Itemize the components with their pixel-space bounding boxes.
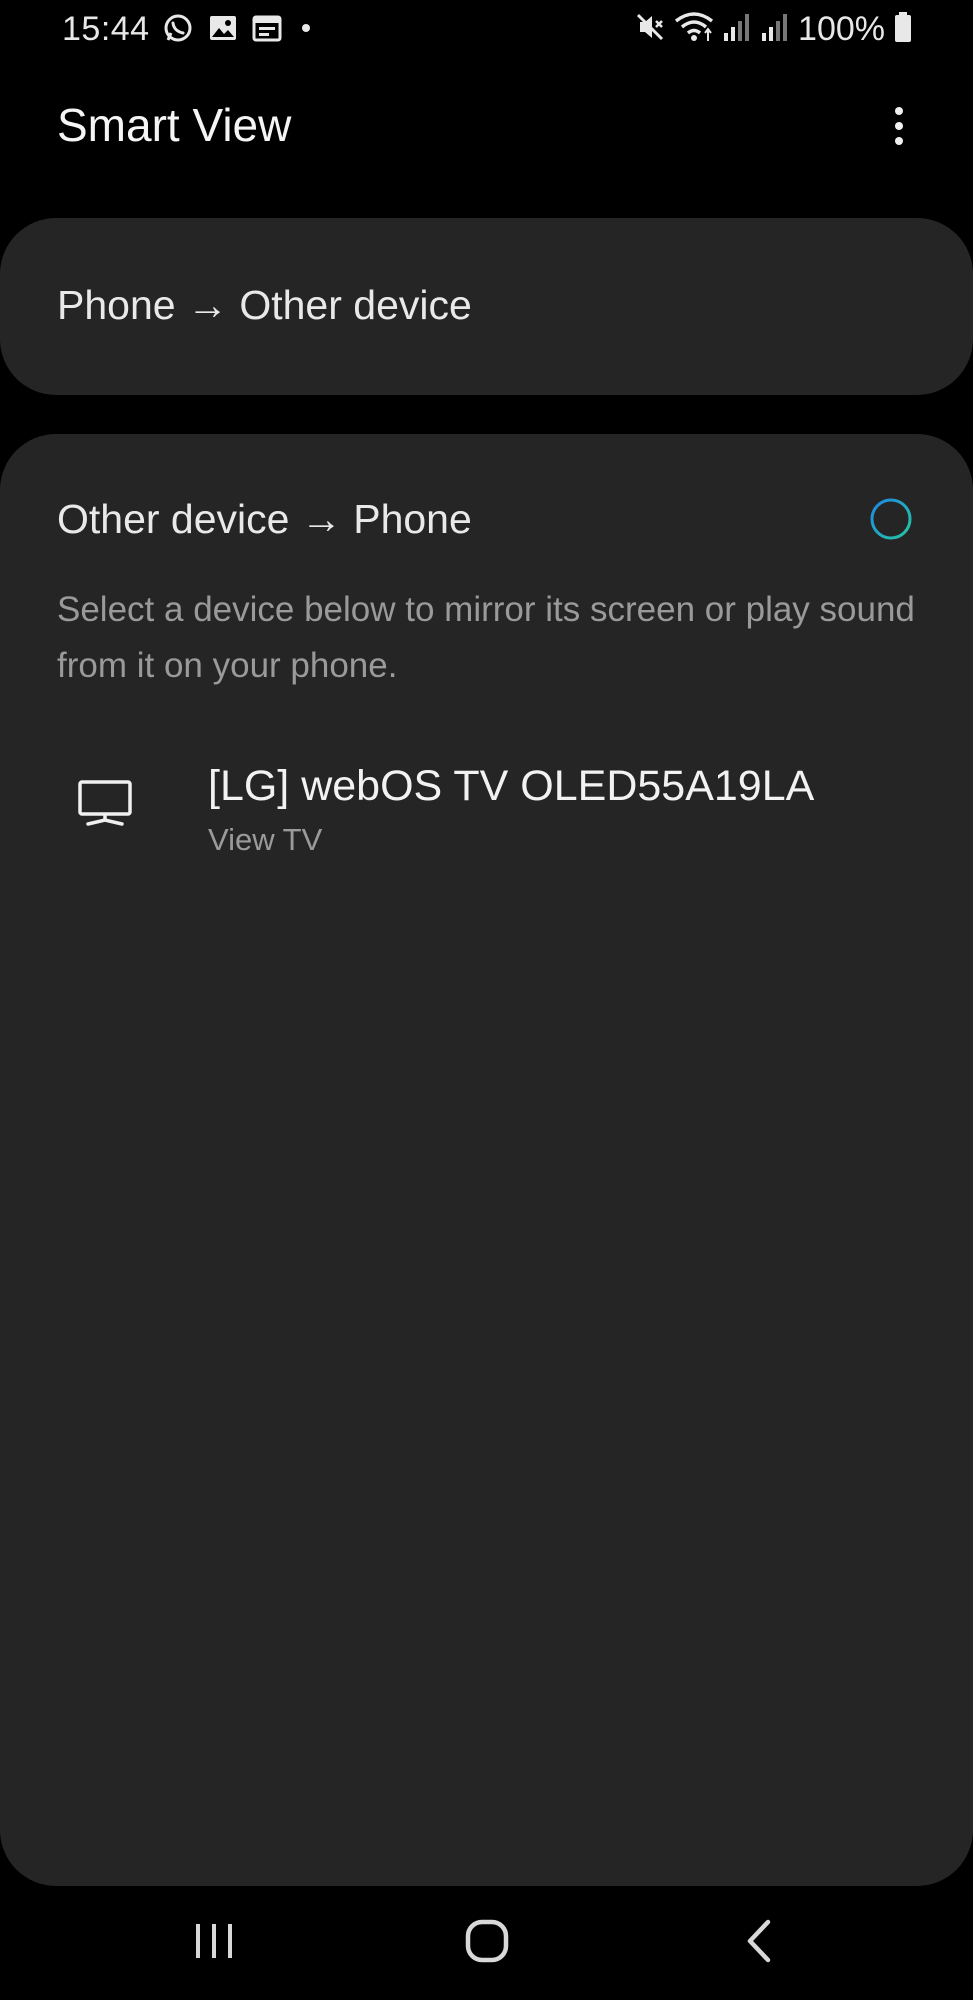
device-name: [LG] webOS TV OLED55A19LA bbox=[208, 762, 815, 810]
card-description: Select a device below to mirror its scre… bbox=[57, 590, 915, 685]
mute-icon bbox=[634, 11, 666, 48]
home-icon bbox=[464, 1918, 510, 1969]
other-device-to-phone-card: Other device → Phone Select a device bel… bbox=[0, 434, 973, 1886]
phone-to-other-device-card[interactable]: Phone → Other device bbox=[0, 218, 973, 395]
device-list-item[interactable]: [LG] webOS TV OLED55A19LA View TV bbox=[0, 744, 973, 874]
whatsapp-icon bbox=[162, 12, 194, 49]
more-options-icon bbox=[895, 107, 903, 145]
recents-icon bbox=[192, 1920, 236, 1967]
phone-to-other-device-title: Phone → Other device bbox=[57, 282, 472, 328]
signal-icon bbox=[760, 11, 790, 48]
battery-percent: 100% bbox=[798, 10, 885, 48]
tv-icon bbox=[74, 778, 136, 830]
scanning-progress-icon bbox=[870, 498, 912, 540]
status-bar: 15:44 100% bbox=[0, 0, 973, 60]
back-icon bbox=[742, 1918, 778, 1969]
back-button[interactable] bbox=[700, 1908, 820, 1978]
status-time: 15:44 bbox=[62, 10, 150, 48]
notification-dot-icon bbox=[296, 13, 316, 48]
page-title: Smart View bbox=[57, 99, 292, 151]
device-type: View TV bbox=[208, 822, 323, 857]
recents-button[interactable] bbox=[154, 1908, 274, 1978]
more-options-button[interactable] bbox=[869, 98, 929, 154]
navigation-bar bbox=[0, 1886, 973, 2000]
battery-icon bbox=[893, 11, 913, 48]
other-device-to-phone-title: Other device → Phone bbox=[57, 496, 472, 542]
status-notification-icons bbox=[162, 12, 316, 49]
app-bar: Smart View bbox=[0, 80, 973, 170]
status-system-icons: 100% bbox=[634, 10, 913, 49]
wifi-icon bbox=[674, 11, 714, 48]
signal-icon bbox=[722, 11, 752, 48]
calendar-icon bbox=[252, 13, 282, 48]
home-button[interactable] bbox=[427, 1908, 547, 1978]
gallery-icon bbox=[208, 13, 238, 48]
